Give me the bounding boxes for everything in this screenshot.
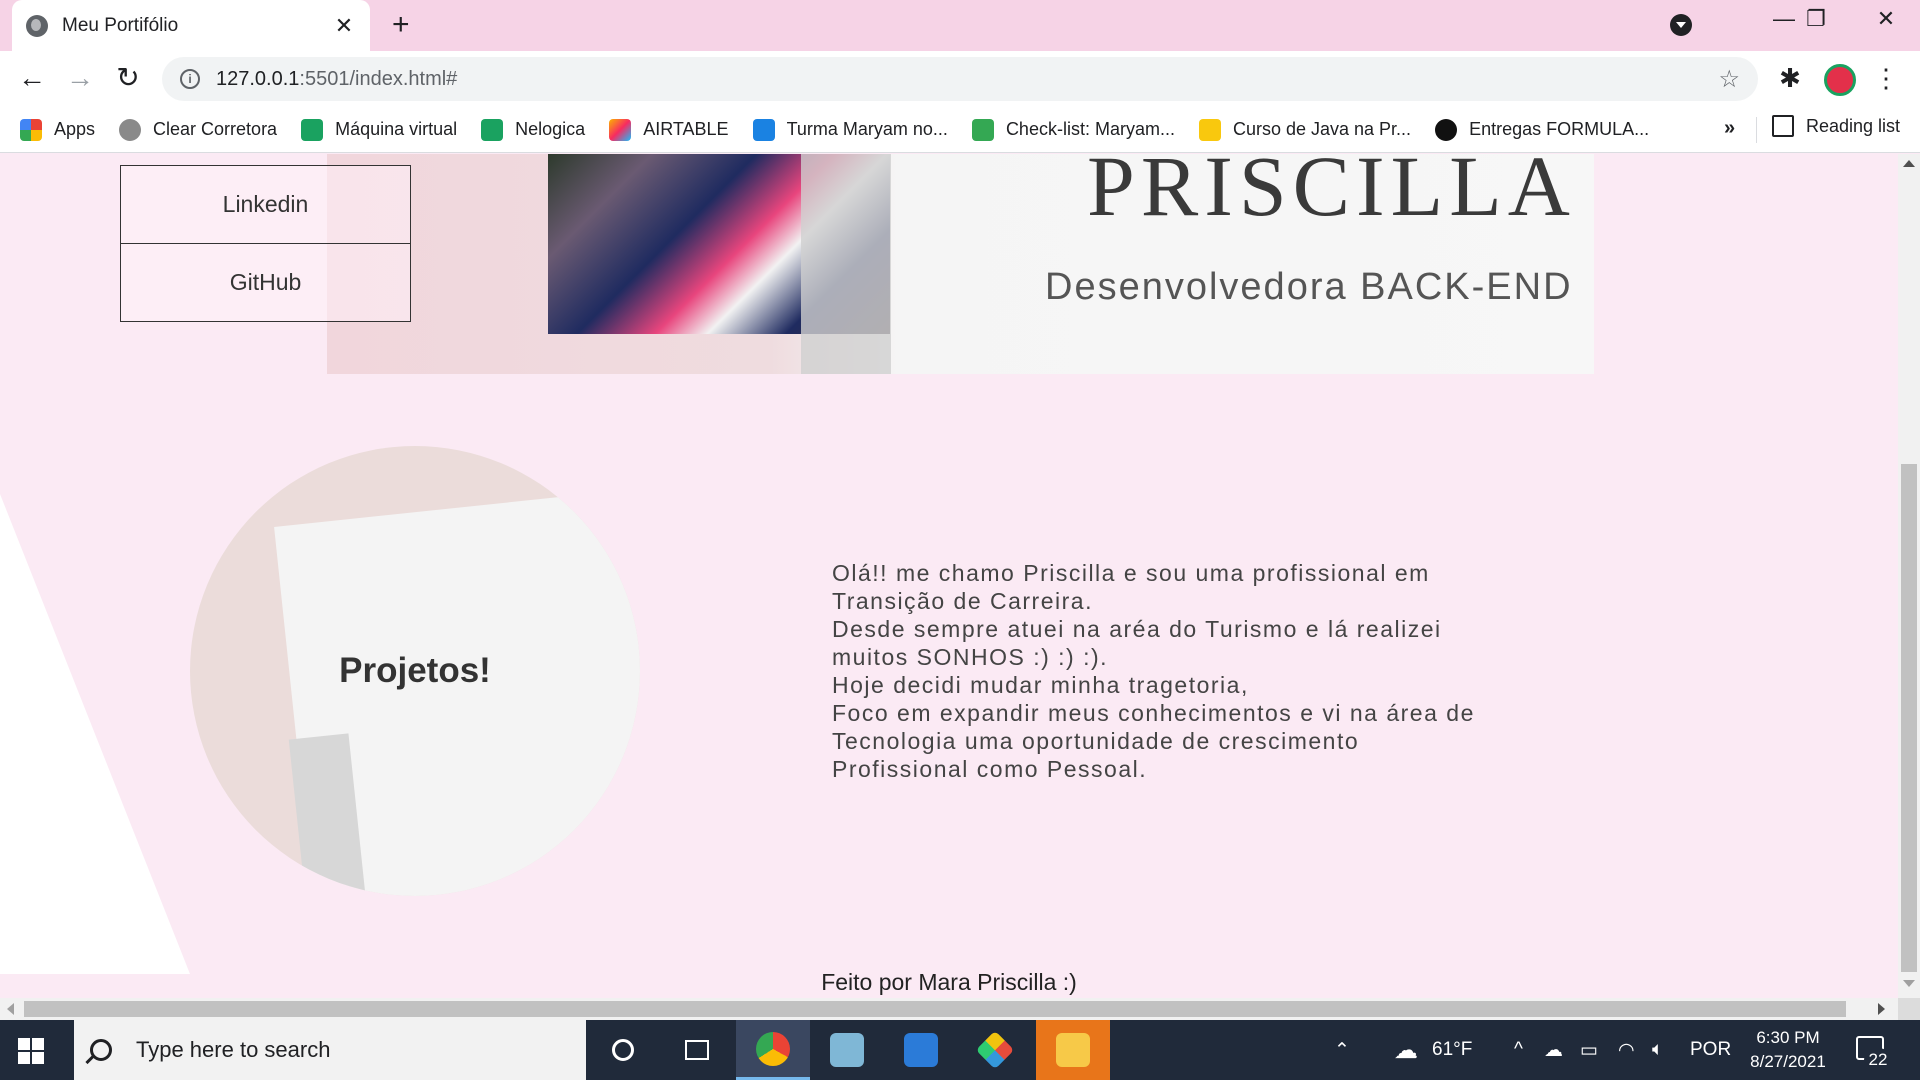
tray-expand[interactable]: ⌃ <box>1334 1020 1350 1080</box>
decorative-tape <box>801 154 891 374</box>
browser-tab[interactable]: Meu Portifólio ✕ <box>12 0 370 51</box>
taskbar-photos[interactable] <box>884 1020 958 1080</box>
scroll-right-arrow[interactable] <box>1878 1003 1885 1015</box>
bookmark-entregas[interactable]: Entregas FORMULA... <box>1435 118 1649 141</box>
windows-taskbar: Type here to search ⌃ ☁ 61°F ^ ☁ ▭ ◠ 🔈︎ P… <box>0 1020 1920 1080</box>
photos-icon <box>904 1033 938 1067</box>
taskbar-clock[interactable]: 6:30 PM 8/27/2021 <box>1738 1026 1838 1074</box>
bookmark-maquina-virtual[interactable]: Máquina virtual <box>301 118 457 141</box>
reload-button[interactable]: ↻ <box>110 61 146 97</box>
profile-avatar[interactable] <box>1824 64 1856 96</box>
git-icon <box>975 1030 1015 1070</box>
tab-strip: Meu Portifólio ✕ + — ❐ ✕ <box>0 0 1920 51</box>
page-footer: Feito por Mara Priscilla :) <box>821 969 1077 995</box>
task-view-icon <box>685 1040 709 1060</box>
taskbar-search-box[interactable]: Type here to search <box>74 1020 586 1080</box>
bookmarks-bar: Apps Clear Corretora Máquina virtual Nel… <box>0 107 1920 153</box>
nelogica-icon <box>481 118 504 141</box>
tab-close-icon[interactable]: ✕ <box>332 13 356 39</box>
language-indicator[interactable]: POR <box>1690 1020 1731 1080</box>
hero-name: PRISCILLA <box>1087 154 1576 234</box>
scroll-left-arrow[interactable] <box>7 1003 14 1015</box>
taskbar-git[interactable] <box>958 1020 1032 1080</box>
github-link[interactable]: GitHub <box>120 243 411 322</box>
notes-icon <box>830 1033 864 1067</box>
address-bar[interactable]: i 127.0.0.1 :5501/index.html# ☆ <box>162 57 1758 101</box>
scroll-up-arrow[interactable] <box>1903 160 1915 167</box>
bookmark-airtable[interactable]: AIRTABLE <box>609 118 729 141</box>
tab-title: Meu Portifólio <box>62 14 179 36</box>
bookmark-apps[interactable]: Apps <box>20 118 95 141</box>
reading-list-button[interactable]: Reading list <box>1772 115 1900 137</box>
chevron-up-icon: ⌃ <box>1334 1039 1350 1061</box>
onedrive-icon[interactable]: ☁ <box>1544 1020 1563 1080</box>
browser-toolbar: ← → ↻ i 127.0.0.1 :5501/index.html# ☆ ✱ … <box>0 51 1920 107</box>
taskbar-file-explorer[interactable] <box>1036 1020 1110 1080</box>
bookmark-turma-maryam[interactable]: Turma Maryam no... <box>752 118 948 141</box>
hero-banner: PRISCILLA Desenvolvedora BACK-END <box>327 154 1594 374</box>
checkmark-icon <box>971 118 994 141</box>
bookmark-nelogica[interactable]: Nelogica <box>481 118 585 141</box>
bookmark-checklist[interactable]: Check-list: Maryam... <box>971 118 1175 141</box>
vimeo-icon <box>752 118 775 141</box>
battery-icon[interactable]: ▭ <box>1580 1020 1598 1080</box>
dot-icon <box>1435 118 1458 141</box>
linkedin-link[interactable]: Linkedin <box>120 165 411 244</box>
projects-label: Projetos! <box>339 651 491 690</box>
search-placeholder: Type here to search <box>136 1037 331 1062</box>
nelogica-icon <box>301 118 324 141</box>
bookmark-curso-java[interactable]: Curso de Java na Pr... <box>1198 118 1411 141</box>
projects-circle[interactable]: Projetos! <box>190 446 640 896</box>
extensions-icon[interactable]: ✱ <box>1774 63 1806 94</box>
chevron-up-icon: ^ <box>1514 1039 1523 1060</box>
horizontal-scrollbar[interactable] <box>0 998 1898 1020</box>
airtable-icon <box>609 118 632 141</box>
search-icon <box>90 1039 112 1061</box>
folder-icon <box>1056 1033 1090 1067</box>
scrollbar-corner <box>1898 998 1920 1020</box>
tab-search-icon[interactable] <box>1670 14 1692 36</box>
wifi-icon[interactable]: ◠ <box>1618 1020 1635 1080</box>
task-view-button[interactable] <box>660 1020 734 1080</box>
reading-list-icon <box>1772 115 1794 137</box>
scroll-down-arrow[interactable] <box>1903 980 1915 987</box>
menu-icon[interactable]: ⋮ <box>1870 63 1902 94</box>
horizontal-scroll-thumb[interactable] <box>24 1001 1846 1017</box>
taskbar-chrome[interactable] <box>736 1020 810 1080</box>
cortana-button[interactable] <box>586 1020 660 1080</box>
back-button[interactable]: ← <box>14 61 50 97</box>
volume-icon[interactable]: 🔈︎ <box>1652 1020 1663 1080</box>
apps-grid-icon <box>20 118 42 141</box>
clear-icon <box>119 118 142 141</box>
url-path: :5501/index.html# <box>299 67 458 90</box>
weather-widget[interactable]: ☁ 61°F <box>1394 1020 1472 1080</box>
globe-icon <box>26 14 48 37</box>
graduation-cap-icon <box>1198 118 1221 141</box>
hero-role: Desenvolvedora BACK-END <box>1045 266 1573 308</box>
new-tab-button[interactable]: + <box>392 10 410 40</box>
taskbar-app-notes[interactable] <box>810 1020 884 1080</box>
notification-count: 22 <box>1864 1048 1892 1072</box>
vertical-scroll-thumb[interactable] <box>1901 464 1917 972</box>
tray-overflow[interactable]: ^ <box>1514 1020 1523 1080</box>
forward-button[interactable]: → <box>62 61 98 97</box>
more-bookmarks-button[interactable]: » <box>1724 117 1735 140</box>
chrome-icon <box>756 1031 790 1066</box>
info-icon[interactable]: i <box>180 69 200 89</box>
page-viewport: PRISCILLA Desenvolvedora BACK-END Linked… <box>0 154 1898 998</box>
decorative-wedge <box>0 494 190 974</box>
about-text: Olá!! me chamo Priscilla e sou uma profi… <box>832 560 1475 782</box>
url-host: 127.0.0.1 <box>216 67 300 90</box>
cortana-icon <box>612 1039 634 1061</box>
restore-button[interactable]: ❐ <box>1796 6 1836 32</box>
bookmark-clear-corretora[interactable]: Clear Corretora <box>119 118 277 141</box>
bookmarks-divider <box>1756 117 1757 143</box>
vertical-scrollbar[interactable] <box>1898 154 1920 998</box>
windows-start-icon[interactable] <box>18 1038 44 1064</box>
cloud-rain-icon: ☁ <box>1394 1036 1418 1064</box>
bookmark-star-icon[interactable]: ☆ <box>1718 65 1740 94</box>
close-window-button[interactable]: ✕ <box>1866 6 1906 32</box>
